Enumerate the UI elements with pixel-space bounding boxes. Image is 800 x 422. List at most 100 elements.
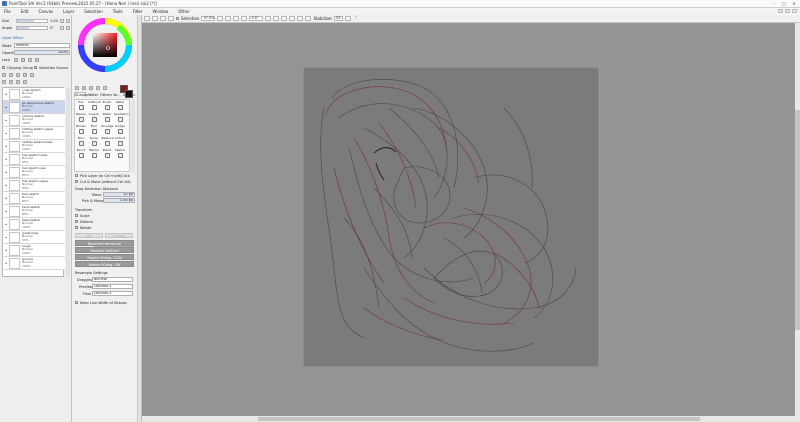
rotate-reset-icon[interactable] (281, 16, 288, 21)
deselect-icon[interactable] (152, 16, 158, 21)
size-dec-button[interactable] (60, 18, 64, 23)
visibility-eye-icon[interactable]: • (4, 209, 8, 214)
flip-view-icon[interactable] (289, 16, 296, 21)
pick-layer-checkbox[interactable] (75, 174, 78, 177)
dragging-select[interactable]: Bilinear (92, 277, 133, 282)
layer-row-selected[interactable]: • go experience sketch Normal 100% (3, 101, 65, 114)
tab-others[interactable]: Others (99, 92, 112, 97)
duplicate-layer-icon[interactable] (30, 73, 34, 77)
size-inc-button[interactable] (66, 18, 70, 23)
canvas-close-button[interactable] (792, 9, 797, 13)
magic-wand-icon[interactable] (89, 86, 93, 90)
layer-settings-icon[interactable] (23, 80, 27, 84)
tool-water-2[interactable]: Water (101, 112, 113, 123)
visibility-eye-icon[interactable]: • (4, 261, 8, 266)
tool-blend[interactable]: Blend (101, 148, 113, 159)
canvas-restore-button[interactable] (785, 9, 790, 13)
tool-smudge[interactable]: Smudge (101, 124, 113, 135)
color-wheel[interactable] (78, 18, 132, 72)
rotation-field[interactable]: 0.0° (249, 16, 264, 21)
visibility-eye-icon[interactable]: • (4, 131, 8, 136)
minimize-button[interactable]: – (770, 1, 778, 6)
visibility-eye-icon[interactable]: • (4, 157, 8, 162)
canvas-horizontal-scroll-thumb[interactable] (258, 417, 700, 421)
rotate-ccw-button[interactable]: Rotate 90deg. CCW (75, 254, 134, 260)
stabilizer-select[interactable]: S3 (334, 16, 344, 21)
stabilizer-dropdown-icon[interactable] (345, 16, 352, 21)
menu-filter[interactable]: Filter (133, 9, 143, 14)
layer-row[interactable]: • face sketch Normal 85% (3, 192, 65, 205)
scale-checkbox[interactable] (75, 214, 78, 217)
layer-row[interactable]: • ground Normal 100% (3, 257, 65, 270)
pick-move-slider[interactable]: 1.00 px (103, 198, 135, 203)
visibility-eye-icon[interactable]: • (4, 183, 8, 188)
deform-checkbox[interactable] (75, 220, 78, 223)
visibility-eye-icon[interactable]: • (4, 144, 8, 149)
tool-dodge[interactable]: Dodge (114, 124, 126, 135)
clipping-checkbox[interactable] (2, 66, 5, 69)
lock-all-icon[interactable] (35, 58, 39, 62)
pen-pressure-icon[interactable]: ╱ (353, 16, 359, 21)
tool-grid-scrollbar[interactable] (131, 99, 135, 172)
selection-mode-icon[interactable] (168, 16, 174, 21)
menu-file[interactable]: File (4, 9, 11, 14)
view-mode-icon[interactable] (305, 16, 312, 21)
keep-line-width-checkbox[interactable] (75, 301, 78, 304)
select-tool-icon[interactable] (75, 86, 79, 90)
zoom-out-icon[interactable] (217, 16, 224, 21)
tool-pen[interactable]: Pen (75, 100, 87, 111)
layer-row[interactable]: • head sketch Normal 100% (3, 218, 65, 231)
zoom-reset-icon[interactable] (241, 16, 248, 21)
visibility-eye-icon[interactable]: • (4, 248, 8, 253)
new-linework-layer-icon[interactable] (9, 73, 13, 77)
lock-move-icon[interactable] (28, 58, 32, 62)
menu-window[interactable]: Window (153, 9, 169, 14)
tool-watercolor[interactable]: Watercol (101, 136, 114, 147)
zoom-field[interactable]: 37.5% (201, 16, 216, 21)
new-layer-icon[interactable] (2, 73, 6, 77)
tool-brush[interactable]: Brush (101, 100, 113, 111)
layer-row[interactable]: • coming sketch Normal 100% (3, 114, 65, 127)
zoom-in-icon[interactable] (225, 16, 232, 21)
layer-row[interactable]: • hair sketch lower Normal 85% (3, 153, 65, 166)
menu-edit[interactable]: Edit (21, 9, 29, 14)
clear-layer-icon[interactable] (9, 80, 13, 84)
reverse-horizontal-button[interactable]: Reverse Horizontal (75, 240, 134, 246)
maximize-button[interactable]: □ (780, 1, 788, 6)
canvas-minimize-button[interactable] (778, 9, 783, 13)
lock-transparency-icon[interactable] (14, 58, 18, 62)
delete-layer-icon[interactable] (16, 80, 20, 84)
tool-sketch[interactable]: Sketch (114, 148, 126, 159)
visibility-eye-icon[interactable]: • (4, 196, 8, 201)
layer-effect-header[interactable]: Layer Effect (2, 36, 23, 40)
selection-checkbox[interactable] (176, 17, 179, 20)
lasso-tool-icon[interactable] (82, 86, 86, 90)
tool-crayon[interactable]: Crayon (88, 112, 100, 123)
close-button[interactable]: ✕ (790, 1, 798, 6)
flip-view-vertical-icon[interactable] (297, 16, 304, 21)
canvas-vertical-scroll-thumb[interactable] (795, 110, 800, 330)
opacity-slider[interactable]: 100% (14, 50, 70, 55)
blend-mode-select[interactable]: Normal (14, 43, 70, 48)
drawing-canvas[interactable] (304, 68, 598, 366)
layer-row[interactable]: • hand sketch Normal 85% (3, 205, 65, 218)
layer-row[interactable]: • guide lines Normal 50% (3, 231, 65, 244)
move-distance-slider[interactable]: 10 px (103, 192, 135, 197)
layer-row[interactable]: • hair sketch new Normal 85% (3, 166, 65, 179)
secondary-color-swatch[interactable] (125, 90, 133, 98)
layer-row[interactable]: • clothes sketch upper Normal 100% (3, 127, 65, 140)
ok-button[interactable]: OK (75, 233, 103, 238)
final-select[interactable]: Lanczos 3 (92, 291, 133, 296)
layer-row[interactable]: • cross sketch Normal 100% (3, 88, 65, 101)
tool-binder[interactable]: Binder (75, 124, 87, 135)
layer-row[interactable]: • rough Normal 100% (3, 244, 65, 257)
move-tool-icon[interactable] (96, 86, 100, 90)
tool-airbrush[interactable]: AirBrush (88, 100, 101, 111)
menu-selection[interactable]: Selection (84, 9, 102, 14)
menu-tools[interactable]: Tools (113, 9, 123, 14)
tool-spray[interactable]: Spray (88, 136, 100, 147)
zoom-fit-icon[interactable] (233, 16, 240, 21)
cancel-button[interactable]: Cancel (105, 233, 133, 238)
tool-marker[interactable]: Marker (75, 112, 87, 123)
invert-selection-icon[interactable] (160, 16, 166, 21)
